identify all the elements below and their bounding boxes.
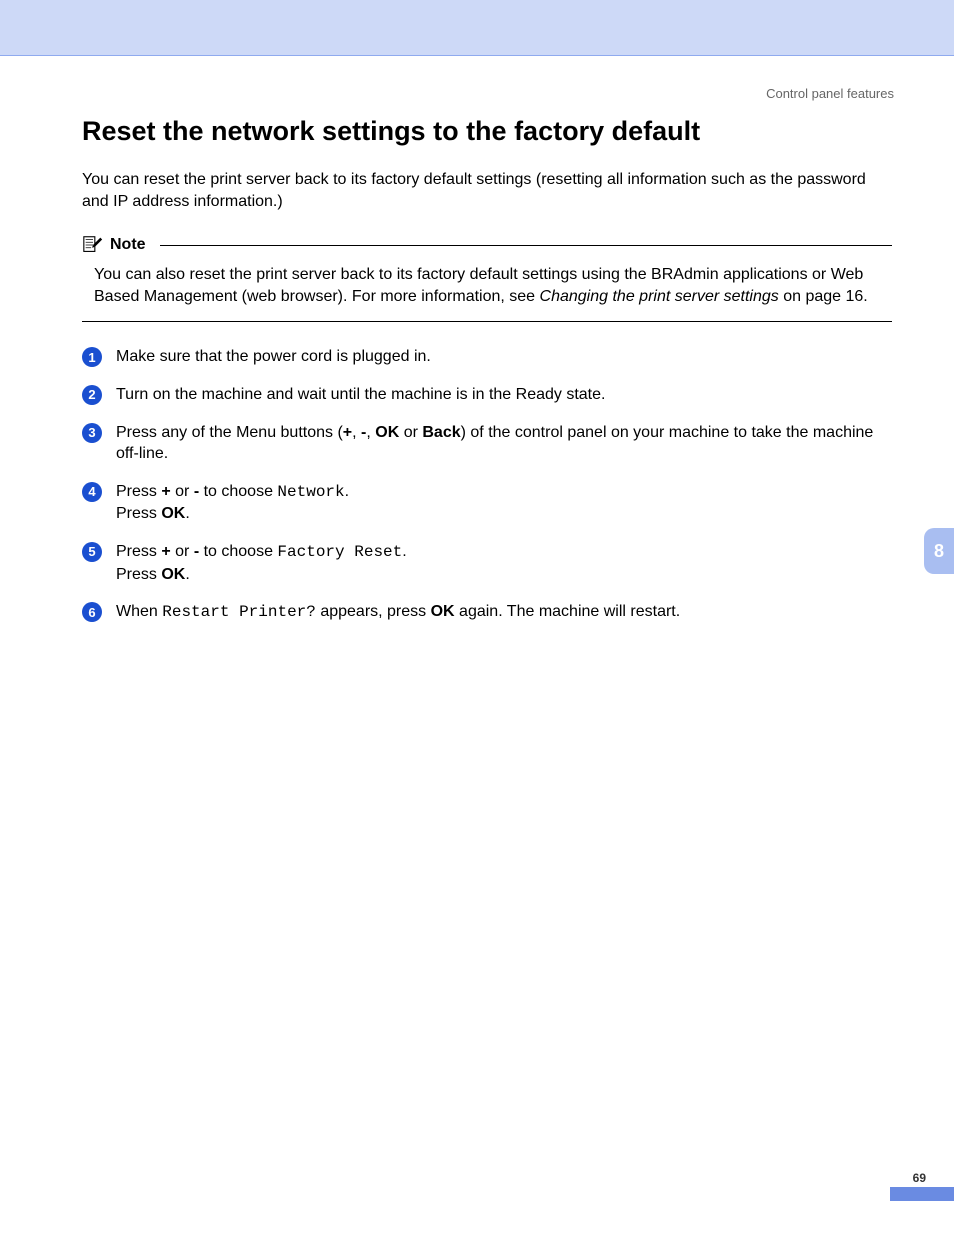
t: Press [116,566,161,583]
t: , [366,424,375,441]
t: Restart Printer? [162,603,316,621]
t: , [352,424,361,441]
t: OK [161,505,185,522]
note-block: Note You can also reset the print server… [82,234,892,322]
t: to choose [199,483,277,500]
t: Press [116,505,161,522]
chapter-tab: 8 [924,528,954,574]
t: OK [375,424,399,441]
t: again. The machine will restart. [455,603,681,620]
step-1-body: Make sure that the power cord is plugged… [116,346,892,368]
t: . [402,543,406,560]
t: Factory Reset [277,543,402,561]
step-number-badge: 5 [82,542,102,562]
t: or [399,424,422,441]
t: + [161,543,170,560]
t: . [345,483,349,500]
step-number-badge: 2 [82,385,102,405]
step-number-badge: 1 [82,347,102,367]
step-4: 4 Press + or - to choose Network. Press … [82,481,892,525]
step-number-badge: 6 [82,602,102,622]
note-pencil-icon [82,234,104,256]
step-1: 1 Make sure that the power cord is plugg… [82,346,892,368]
t: . [185,566,189,583]
t: + [161,483,170,500]
intro-paragraph: You can reset the print server back to i… [82,169,892,212]
page-number-bar [890,1187,954,1201]
note-label: Note [110,236,146,254]
t: Back [422,424,460,441]
t: . [185,505,189,522]
t: appears, press [316,603,431,620]
step-6-body: When Restart Printer? appears, press OK … [116,601,892,624]
note-text-suffix: on page 16. [779,288,868,305]
top-band [0,0,954,56]
step-4-body: Press + or - to choose Network. Press OK… [116,481,892,525]
step-2-body: Turn on the machine and wait until the m… [116,384,892,406]
step-number-badge: 4 [82,482,102,502]
note-body: You can also reset the print server back… [82,264,892,307]
t: Press [116,543,161,560]
section-header: Control panel features [766,86,894,101]
t: Press [116,483,161,500]
t: or [171,483,194,500]
step-5-body: Press + or - to choose Factory Reset. Pr… [116,541,892,585]
page-title: Reset the network settings to the factor… [82,116,892,147]
t: When [116,603,162,620]
t: to choose [199,543,277,560]
t: Press any of the Menu buttons ( [116,424,343,441]
note-header: Note [82,234,892,256]
note-text-italic: Changing the print server settings [540,288,779,305]
step-3: 3 Press any of the Menu buttons (+, -, O… [82,422,892,465]
page-number: 69 [913,1171,926,1185]
steps-list: 1 Make sure that the power cord is plugg… [82,346,892,623]
step-5: 5 Press + or - to choose Factory Reset. … [82,541,892,585]
t: OK [161,566,185,583]
content-area: Reset the network settings to the factor… [0,116,954,624]
t: Network [277,483,344,501]
step-number-badge: 3 [82,423,102,443]
step-2: 2 Turn on the machine and wait until the… [82,384,892,406]
note-rule-top [160,245,892,246]
note-rule-bottom [82,321,892,322]
t: OK [431,603,455,620]
step-3-body: Press any of the Menu buttons (+, -, OK … [116,422,892,465]
step-6: 6 When Restart Printer? appears, press O… [82,601,892,624]
t: + [343,424,352,441]
t: or [171,543,194,560]
